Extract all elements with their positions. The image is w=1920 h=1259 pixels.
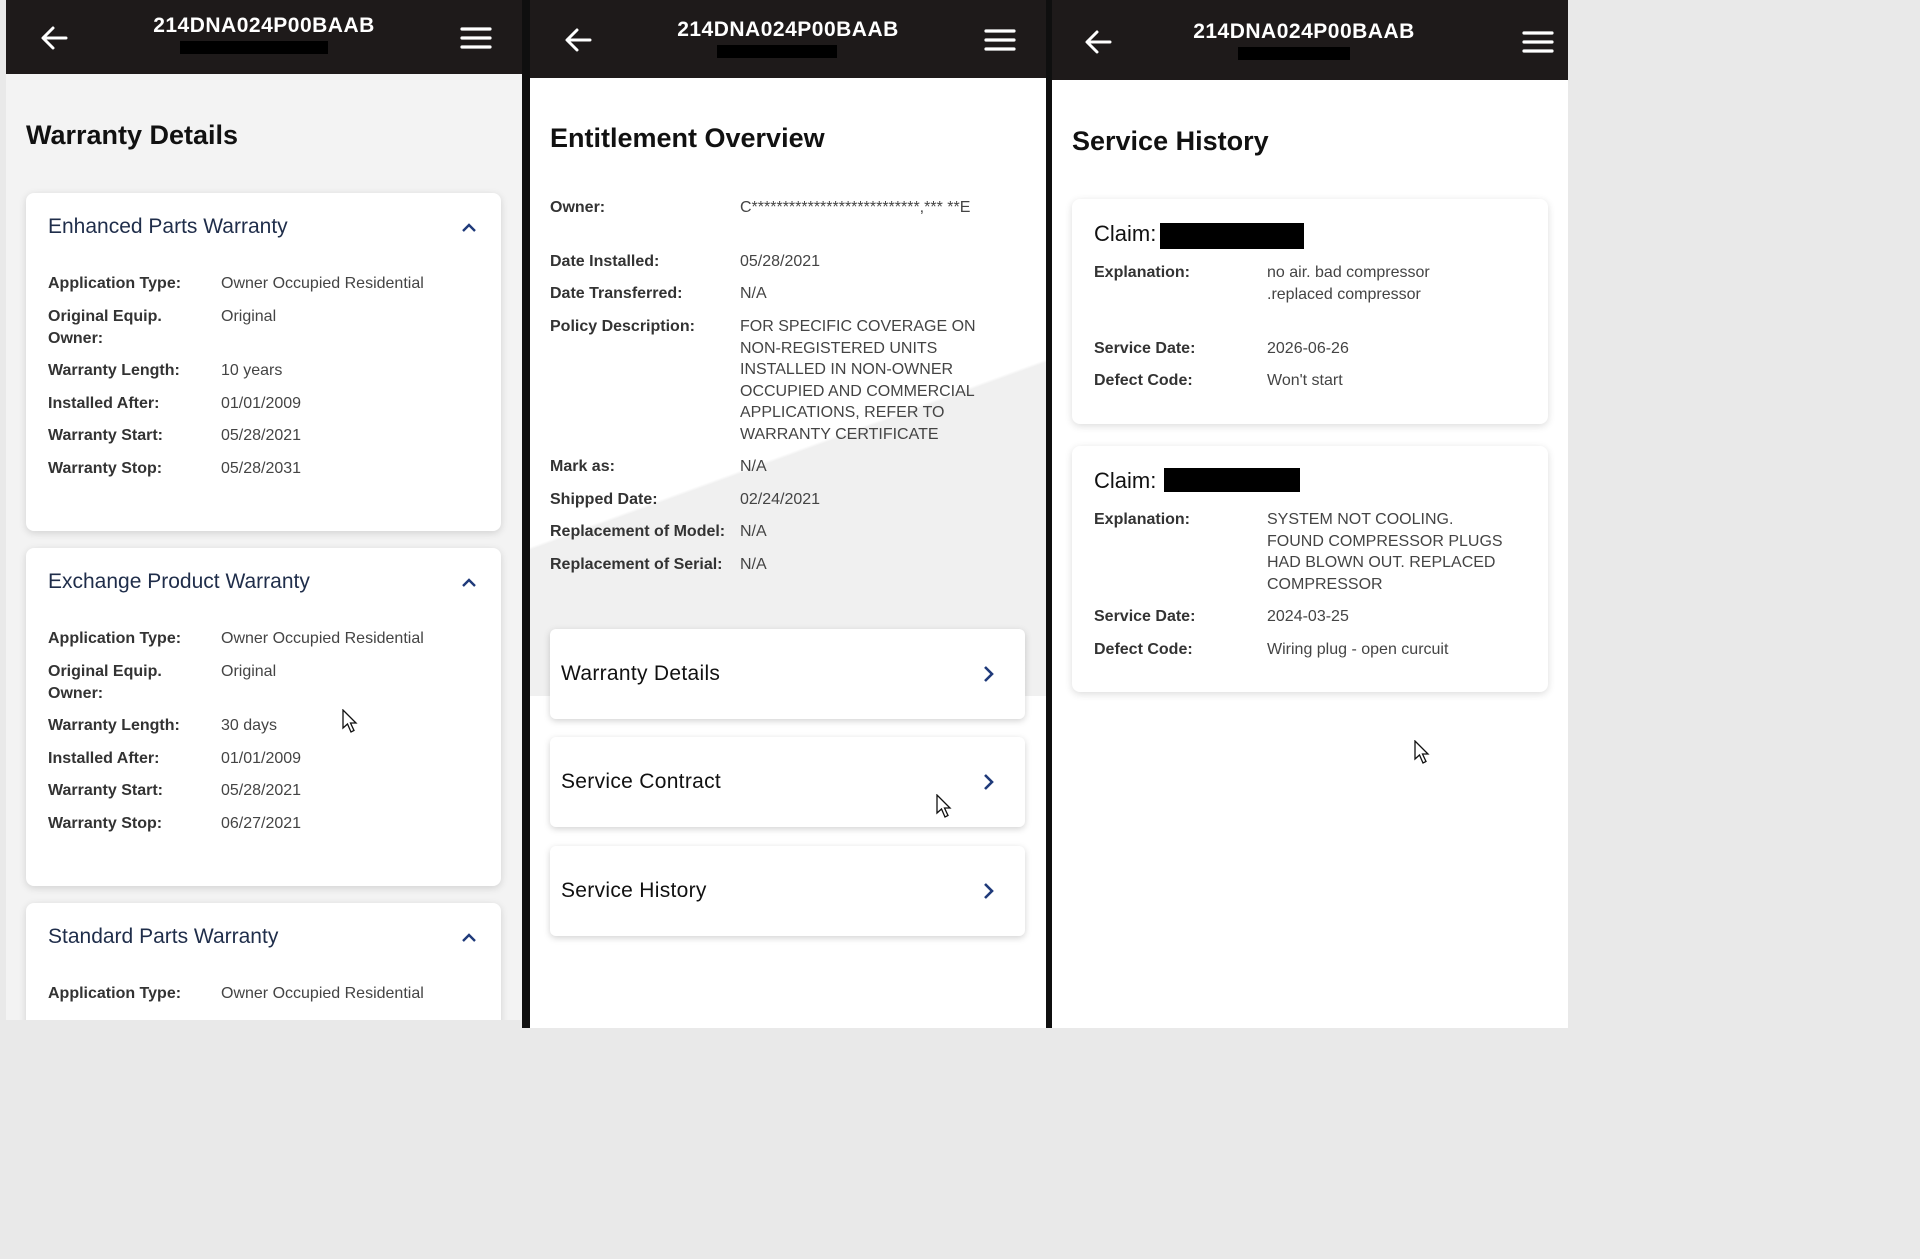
nav-warranty-details[interactable]: Warranty Details bbox=[550, 629, 1025, 719]
claim-card: Claim: Explanation: SYSTEM NOT COOLING. F… bbox=[1072, 446, 1548, 692]
chevron-up-icon[interactable] bbox=[461, 221, 477, 233]
nav-service-contract[interactable]: Service Contract bbox=[550, 737, 1025, 827]
warranty-card-title: Standard Parts Warranty bbox=[48, 925, 279, 948]
chevron-right-icon bbox=[984, 883, 994, 899]
serial-number: 214DNA024P00BAAB bbox=[153, 14, 375, 37]
mouse-cursor-icon bbox=[342, 709, 358, 733]
app-header: 214DNA024P00BAAB bbox=[6, 0, 522, 74]
redacted-subtitle bbox=[717, 45, 837, 58]
warranty-card-title: Exchange Product Warranty bbox=[48, 570, 310, 593]
chevron-up-icon[interactable] bbox=[461, 931, 477, 943]
redacted-claim-number bbox=[1160, 223, 1304, 249]
claim-card: Claim: Explanation: no air. bad compresso… bbox=[1072, 199, 1548, 424]
warranty-card-enhanced: Enhanced Parts Warranty Application Type… bbox=[26, 193, 501, 531]
service-history-screen: 214DNA024P00BAAB Service History Claim: … bbox=[1052, 0, 1568, 1028]
nav-label: Warranty Details bbox=[561, 662, 721, 685]
redacted-subtitle bbox=[180, 41, 328, 54]
hamburger-menu-icon[interactable] bbox=[1522, 28, 1554, 56]
app-header: 214DNA024P00BAAB bbox=[530, 0, 1046, 78]
page-title: Entitlement Overview bbox=[550, 123, 825, 153]
warranty-card-standard: Standard Parts Warranty Application Type… bbox=[26, 903, 501, 1020]
chevron-right-icon bbox=[984, 666, 994, 682]
warranty-card-title: Enhanced Parts Warranty bbox=[48, 215, 288, 238]
entitlement-overview-screen: 214DNA024P00BAAB Entitlement Overview Ow… bbox=[530, 0, 1046, 1028]
nav-service-history[interactable]: Service History bbox=[550, 846, 1025, 936]
chevron-right-icon bbox=[984, 774, 994, 790]
app-header: 214DNA024P00BAAB bbox=[1052, 0, 1568, 80]
nav-label: Service History bbox=[561, 879, 707, 902]
page-title: Warranty Details bbox=[26, 120, 239, 150]
claim-label: Claim: bbox=[1094, 468, 1157, 493]
nav-label: Service Contract bbox=[561, 770, 722, 793]
warranty-card-exchange: Exchange Product Warranty Application Ty… bbox=[26, 548, 501, 886]
warranty-details-screen: 214DNA024P00BAAB Warranty Details Enhanc… bbox=[6, 0, 522, 1020]
serial-number: 214DNA024P00BAAB bbox=[1193, 20, 1415, 43]
panel-divider bbox=[522, 0, 530, 1028]
mouse-cursor-icon bbox=[936, 794, 952, 818]
page-title: Service History bbox=[1072, 126, 1269, 156]
hamburger-menu-icon[interactable] bbox=[984, 26, 1016, 54]
mouse-cursor-icon bbox=[1414, 740, 1430, 764]
hamburger-menu-icon[interactable] bbox=[460, 24, 492, 52]
redacted-subtitle bbox=[1238, 47, 1350, 60]
serial-number: 214DNA024P00BAAB bbox=[677, 18, 899, 41]
redacted-claim-number bbox=[1164, 468, 1300, 492]
claim-label: Claim: bbox=[1094, 221, 1157, 246]
chevron-up-icon[interactable] bbox=[461, 576, 477, 588]
